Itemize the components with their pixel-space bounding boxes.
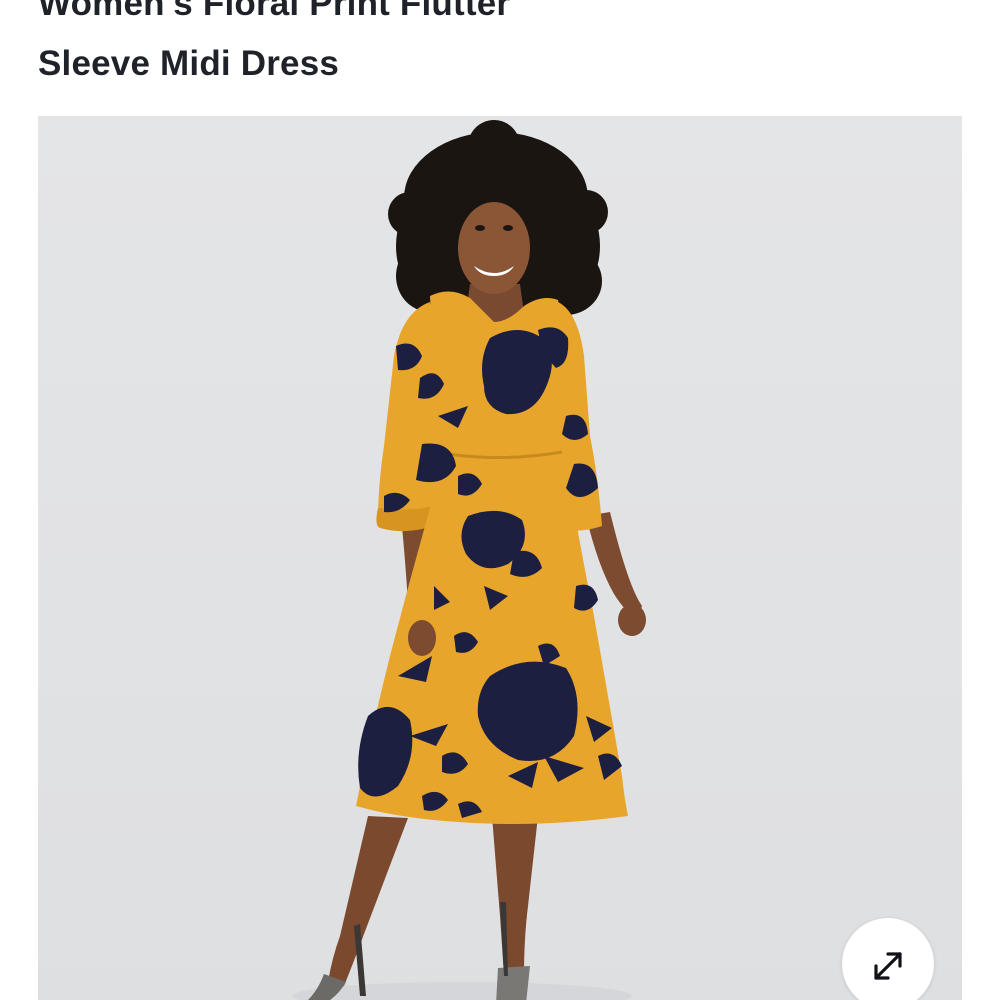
product-image-container[interactable] [38,116,962,1000]
expand-arrows-icon [874,952,902,980]
expand-image-button[interactable] [842,918,934,1000]
product-detail-page: Women's Floral Print Flutter Sleeve Midi… [0,0,1000,1000]
product-title: Women's Floral Print Flutter Sleeve Midi… [38,0,958,94]
dress [356,291,628,824]
product-photo [292,120,646,1000]
product-title-line-2: Sleeve Midi Dress [38,44,340,83]
product-title-line-1: Women's Floral Print Flutter [38,0,511,23]
